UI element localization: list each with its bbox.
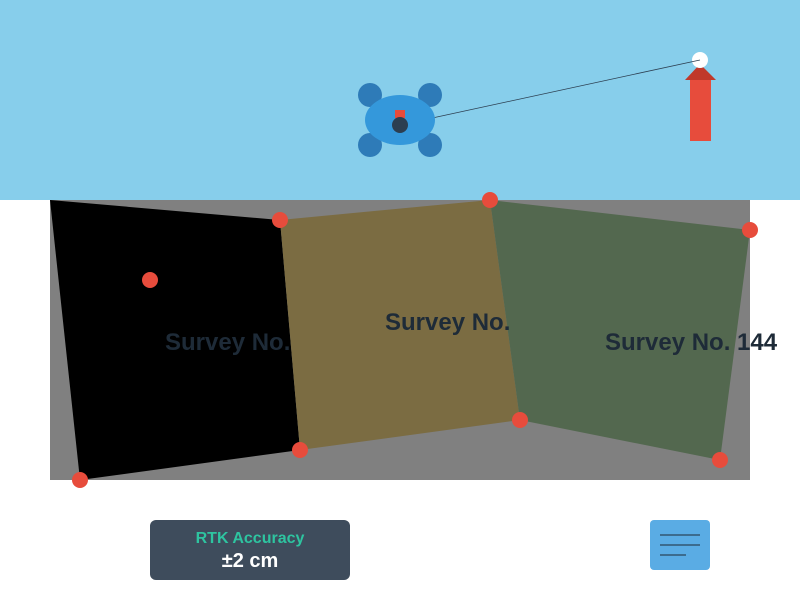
drone-icon[interactable]	[358, 83, 442, 157]
menu-button[interactable]	[650, 520, 710, 570]
parcel-3-label: Survey No. 144	[605, 329, 778, 356]
survey-point[interactable]	[292, 442, 308, 458]
base-station-icon	[685, 52, 716, 141]
parcel-2-label: Survey No.	[385, 309, 510, 336]
survey-point[interactable]	[272, 212, 288, 228]
survey-map[interactable]: Survey No. Survey No. Survey No. 144	[0, 0, 800, 600]
survey-point[interactable]	[742, 222, 758, 238]
survey-point[interactable]	[142, 272, 158, 288]
survey-point[interactable]	[482, 192, 498, 208]
rtk-accuracy-card: RTK Accuracy ±2 cm	[150, 520, 350, 580]
menu-lines-icon	[660, 534, 700, 556]
parcel-1-label: Survey No.	[165, 329, 290, 356]
rtk-accuracy-label: RTK Accuracy	[195, 530, 305, 547]
survey-point[interactable]	[72, 472, 88, 488]
survey-point[interactable]	[712, 452, 728, 468]
rtk-accuracy-value: ±2 cm	[221, 550, 279, 572]
survey-point[interactable]	[512, 412, 528, 428]
rtk-link-line	[399, 59, 701, 126]
